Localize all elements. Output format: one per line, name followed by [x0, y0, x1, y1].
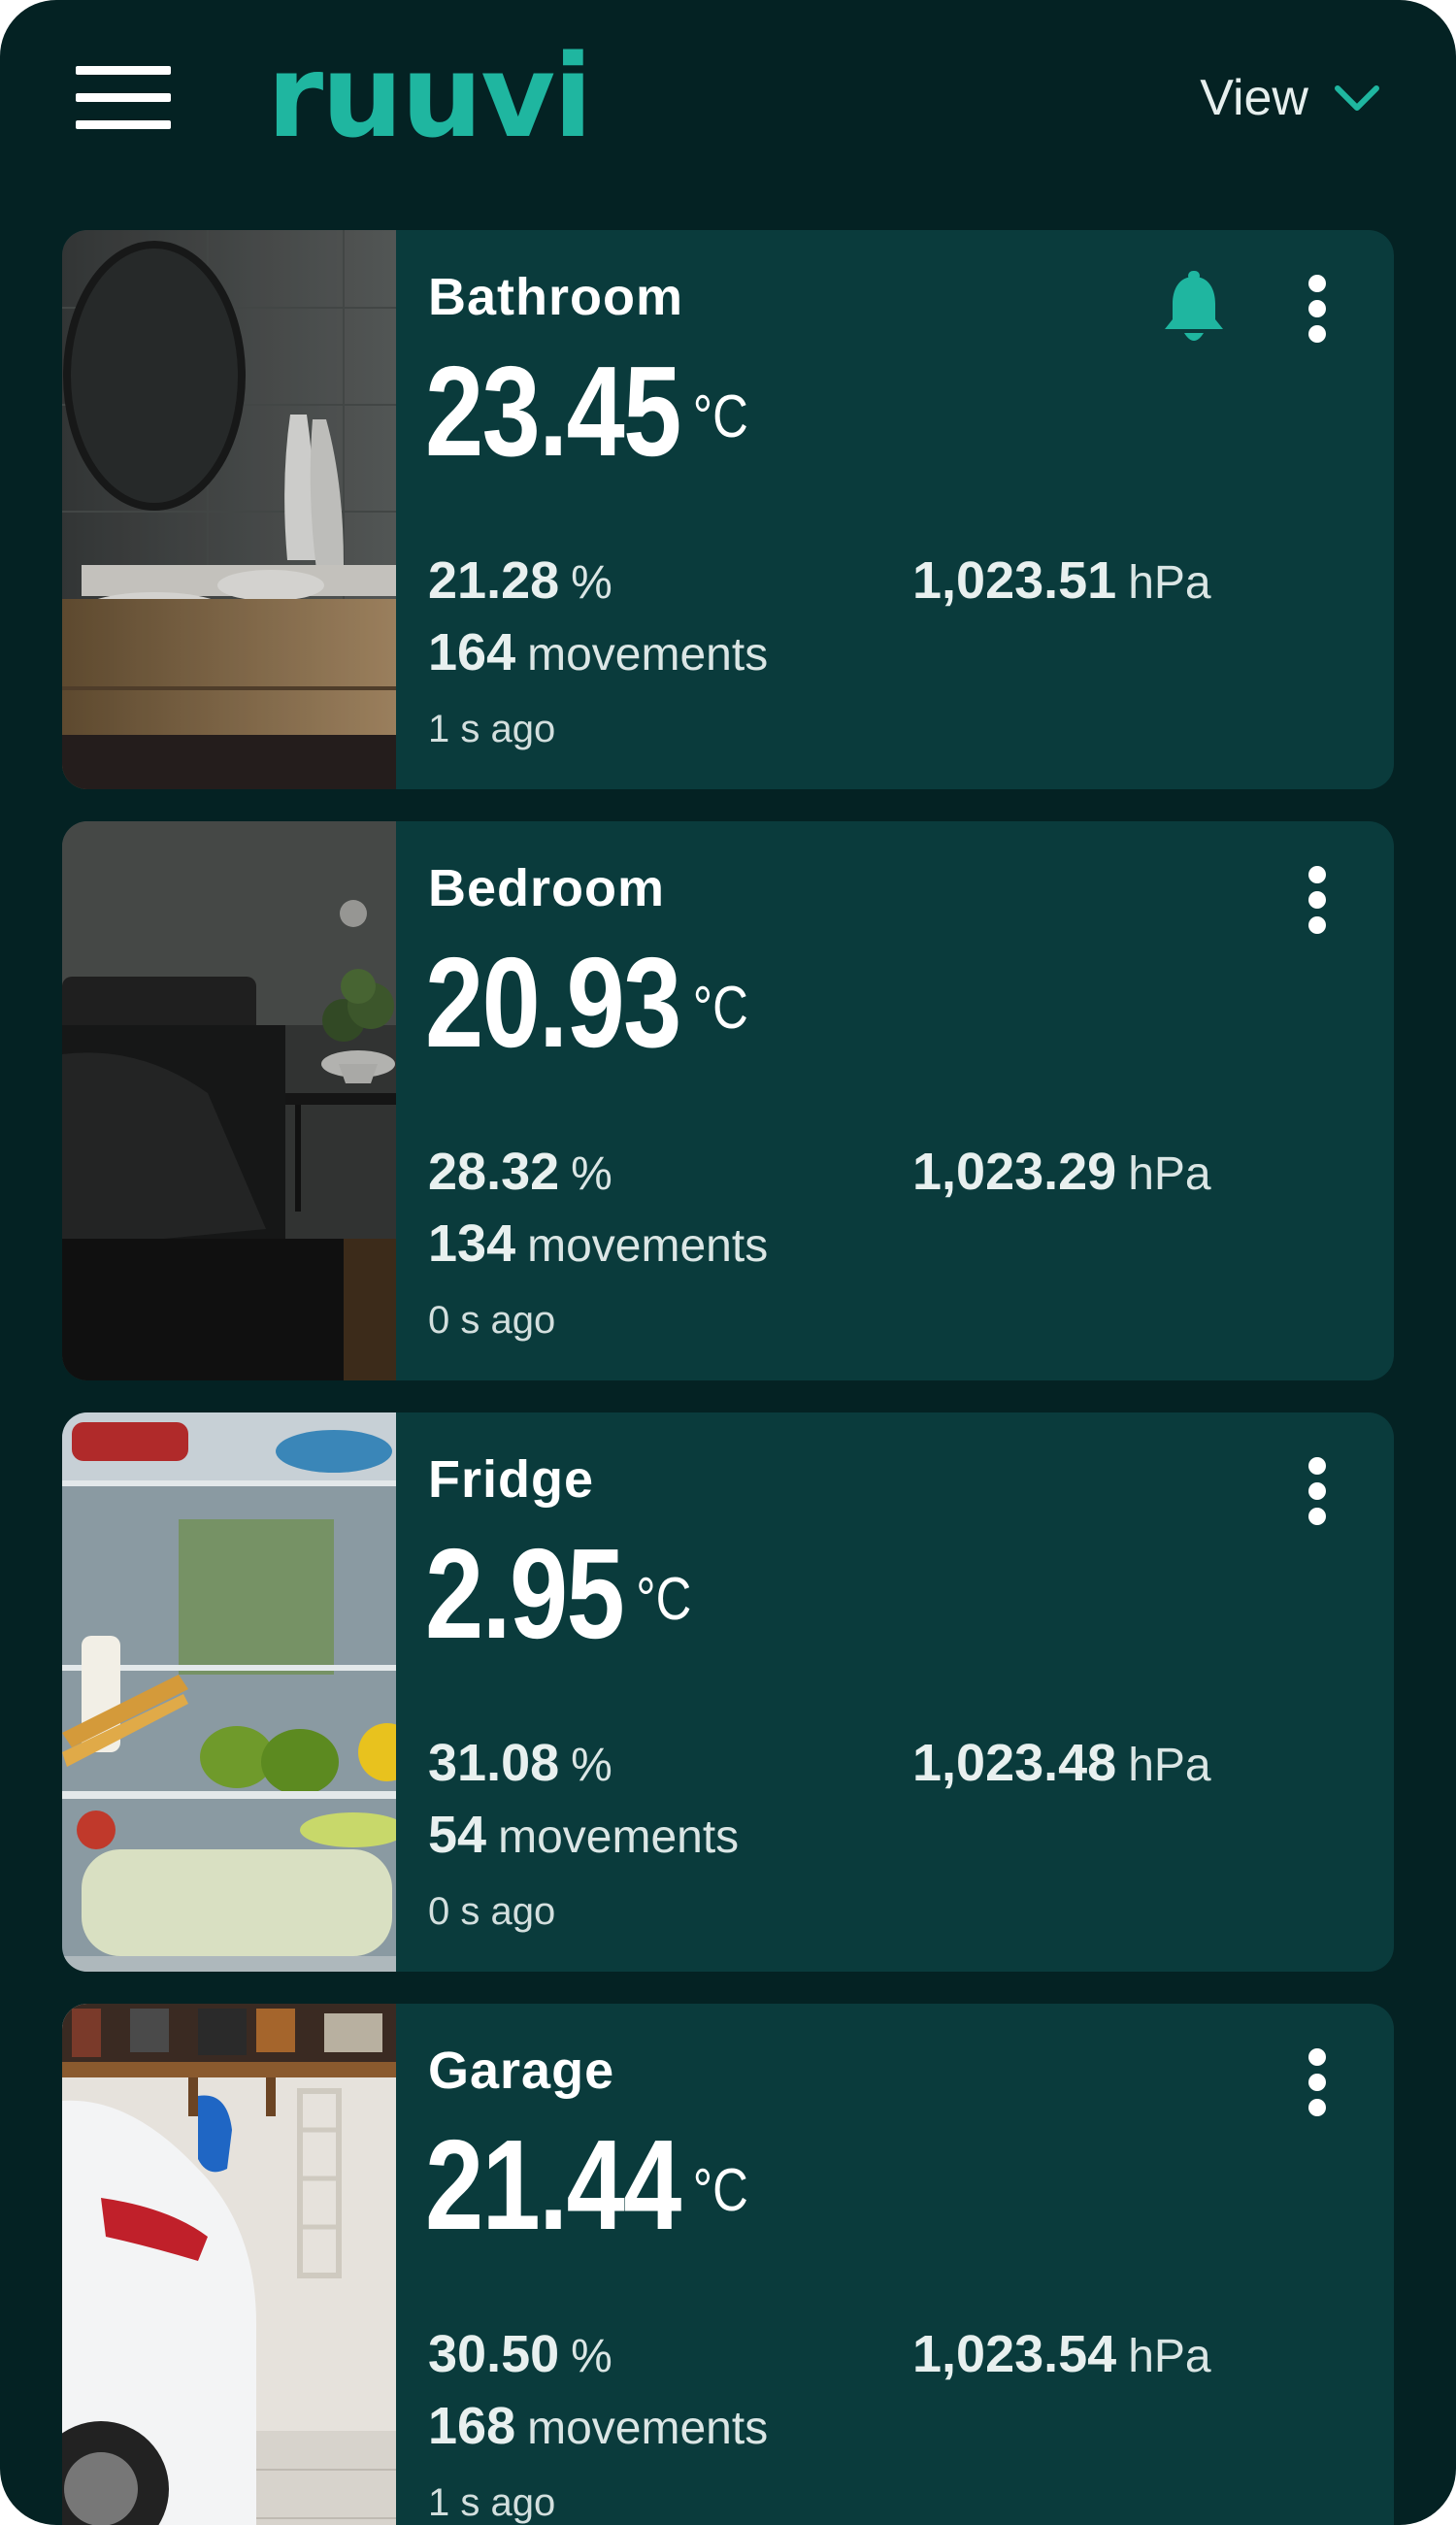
humidity-reading: 21.28%	[428, 551, 612, 610]
alert-bell-icon[interactable]	[1161, 271, 1227, 345]
pressure-reading: 1,023.54 hPa	[912, 2325, 1211, 2383]
app-header: ruuvi View	[0, 0, 1456, 214]
fridge-photo	[62, 1412, 396, 1972]
last-updated: 1 s ago	[428, 708, 556, 750]
bathroom-photo	[62, 230, 396, 789]
bedroom-photo	[62, 821, 396, 1380]
sensor-name: Garage	[428, 2042, 615, 2100]
last-updated: 0 s ago	[428, 1890, 556, 1933]
sensor-card-garage[interactable]: Garage 21.44 °C 30.50% 1,023.54 hPa 168 mov…	[62, 2004, 1394, 2525]
hamburger-menu-icon[interactable]	[76, 66, 173, 130]
view-label: View	[1200, 70, 1308, 126]
sensor-name: Fridge	[428, 1450, 595, 1509]
humidity-reading: 28.32%	[428, 1143, 612, 1201]
ruuvi-logo: ruuvi	[267, 29, 593, 163]
movements-reading: 134 movements	[428, 1214, 769, 1273]
last-updated: 0 s ago	[428, 1299, 556, 1342]
humidity-reading: 31.08%	[428, 1734, 612, 1792]
movements-reading: 54 movements	[428, 1806, 740, 1864]
temperature-value: 2.95 °C	[425, 1522, 692, 1665]
pressure-reading: 1,023.48 hPa	[912, 1734, 1211, 1792]
app-screen: ruuvi View Bathroom 23.45 °C 21.28 % 1,0…	[0, 0, 1456, 2525]
humidity-reading: 30.50%	[428, 2325, 612, 2383]
pressure-reading: 1,023.51 hPa	[912, 551, 1211, 610]
more-options-icon[interactable]	[1293, 269, 1341, 350]
sensor-card-bedroom[interactable]: Bedroom 20.93 °C 28.32% 1,023.29 hPa 134 mo…	[62, 821, 1394, 1380]
temperature-value: 23.45 °C	[425, 340, 748, 482]
temperature-unit: °C	[636, 1566, 692, 1633]
temperature-unit: °C	[692, 975, 748, 1042]
view-dropdown[interactable]: View	[1200, 64, 1380, 132]
chevron-down-icon	[1335, 85, 1379, 111]
more-options-icon[interactable]	[1293, 1451, 1341, 1533]
garage-photo	[62, 2004, 396, 2525]
sensor-name: Bathroom	[428, 268, 683, 326]
more-options-icon[interactable]	[1293, 2043, 1341, 2124]
movements-reading: 168 movements	[428, 2397, 769, 2455]
movements-reading: 164 movements	[428, 623, 769, 681]
temperature-value: 21.44 °C	[425, 2113, 748, 2256]
pressure-reading: 1,023.29 hPa	[912, 1143, 1211, 1201]
temperature-unit: °C	[692, 2157, 748, 2224]
temperature-unit: °C	[692, 383, 748, 450]
more-options-icon[interactable]	[1293, 860, 1341, 942]
temperature-value: 20.93 °C	[425, 931, 748, 1074]
sensor-name: Bedroom	[428, 859, 666, 917]
sensor-card-bathroom[interactable]: Bathroom 23.45 °C 21.28% 1,023.51 hPa 164 m…	[62, 230, 1394, 789]
last-updated: 1 s ago	[428, 2481, 556, 2524]
sensor-card-fridge[interactable]: Fridge 2.95 °C 31.08% 1,023.48 hPa 54 movem…	[62, 1412, 1394, 1972]
